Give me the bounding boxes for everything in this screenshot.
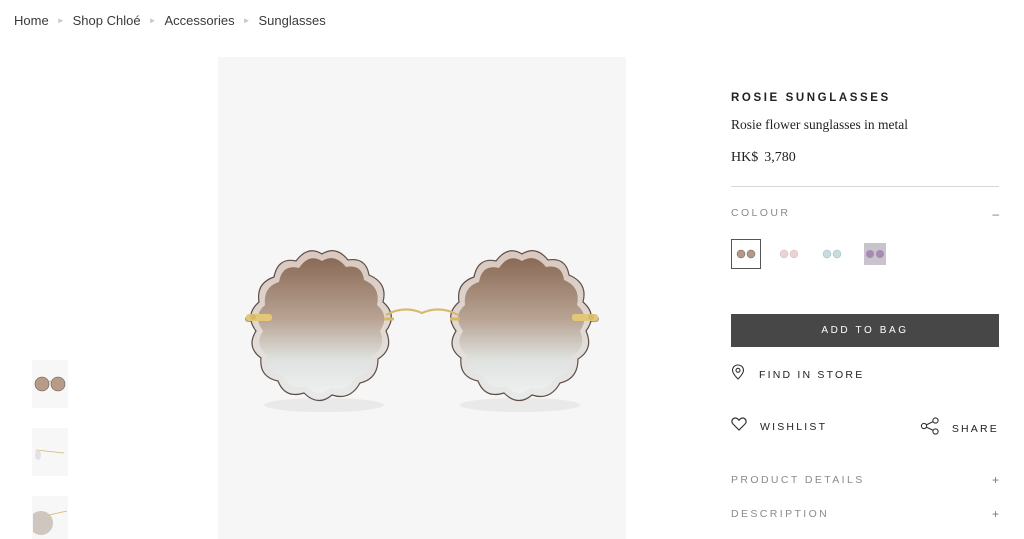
- swatch-purple-mirror[interactable]: [860, 239, 890, 269]
- product-details-label: PRODUCT DETAILS: [731, 474, 865, 486]
- description-label: DESCRIPTION: [731, 508, 830, 520]
- thumbnail-side-view[interactable]: [32, 428, 68, 476]
- wishlist-button[interactable]: WISHLIST: [731, 417, 827, 436]
- product-price: HK$ 3,780: [731, 150, 796, 166]
- breadcrumb-shop-chloe[interactable]: Shop Chloé: [73, 13, 141, 28]
- minus-icon[interactable]: –: [992, 207, 999, 221]
- breadcrumb: Home ► Shop Chloé ► Accessories ► Sungla…: [14, 13, 326, 28]
- share-label: SHARE: [951, 422, 999, 435]
- swatch-brown-gradient[interactable]: [731, 239, 761, 269]
- add-to-bag-button[interactable]: ADD TO BAG: [731, 314, 999, 347]
- divider: [731, 186, 999, 187]
- share-button[interactable]: SHARE: [920, 417, 999, 440]
- chevron-right-icon: ►: [148, 15, 157, 25]
- breadcrumb-sunglasses[interactable]: Sunglasses: [258, 13, 325, 28]
- product-image[interactable]: [218, 57, 626, 539]
- price-amount: 3,780: [764, 150, 796, 165]
- plus-icon[interactable]: +: [992, 507, 999, 521]
- product-subtitle: Rosie flower sunglasses in metal: [731, 117, 908, 132]
- wishlist-label: WISHLIST: [760, 420, 828, 433]
- swatch-light-blue[interactable]: [817, 239, 847, 269]
- chevron-right-icon: ►: [56, 15, 65, 25]
- thumbnail-list: [32, 360, 68, 539]
- find-in-store-link[interactable]: FIND IN STORE: [731, 364, 864, 385]
- swatch-pink[interactable]: [774, 239, 804, 269]
- breadcrumb-accessories[interactable]: Accessories: [164, 13, 234, 28]
- location-pin-icon: [731, 364, 745, 385]
- colour-swatches: [731, 239, 903, 269]
- plus-icon[interactable]: +: [992, 473, 999, 487]
- thumbnail-angle-view[interactable]: [32, 496, 68, 539]
- product-details-accordion[interactable]: PRODUCT DETAILS +: [731, 473, 999, 488]
- find-in-store-label: FIND IN STORE: [759, 368, 865, 381]
- chevron-right-icon: ►: [242, 15, 251, 25]
- breadcrumb-home[interactable]: Home: [14, 13, 49, 28]
- share-icon: [920, 417, 940, 440]
- colour-accordion-toggle[interactable]: COLOUR –: [731, 207, 999, 221]
- heart-icon: [731, 417, 747, 436]
- product-title: ROSIE SUNGLASSES: [731, 92, 891, 104]
- thumbnail-front-view[interactable]: [32, 360, 68, 408]
- description-accordion[interactable]: DESCRIPTION +: [731, 507, 999, 522]
- price-currency: HK$: [731, 150, 759, 165]
- colour-label: COLOUR: [731, 207, 791, 219]
